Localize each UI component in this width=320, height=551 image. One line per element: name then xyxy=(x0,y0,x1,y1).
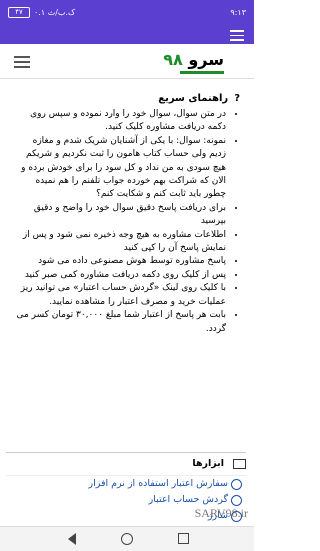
logo-text: سرو xyxy=(188,50,224,69)
guide-item: اطلاعات مشاوره به هیچ وجه ذخیره نمی شود … xyxy=(14,229,226,256)
link-icon xyxy=(231,479,242,490)
monitor-icon xyxy=(233,459,246,469)
guide-title-text: راهنمای سریع xyxy=(158,93,229,104)
recent-apps-icon[interactable] xyxy=(178,533,189,544)
guide-list: در متن سوال، سوال خود را وارد نموده و سپ… xyxy=(0,108,254,336)
tools-title: ابزارها xyxy=(6,453,246,476)
back-icon[interactable] xyxy=(68,533,76,545)
guide-item: پس از کلیک روی دکمه دریافت مشاوره کمی صب… xyxy=(14,269,226,282)
status-time: ۹:۱۳ xyxy=(230,8,246,17)
guide-item: برای دریافت پاسخ دقیق سوال خود را واضح و… xyxy=(14,202,226,229)
battery-level: ۴۷ xyxy=(15,8,23,16)
link-icon xyxy=(231,495,242,506)
guide-item: بابت هر پاسخ از اعتبار شما مبلغ ۳۰,۰۰۰ ت… xyxy=(14,309,226,336)
browser-menu-icon[interactable] xyxy=(230,30,244,41)
watermark: SARV98.ir xyxy=(194,506,248,520)
guide-item: نمونه: سوال: با یکی از آشنایان شریک شدم … xyxy=(14,135,226,202)
logo-number: ۹۸ xyxy=(163,50,183,69)
site-header: سرو ۹۸ xyxy=(0,44,254,79)
guide-item: پاسخ مشاوره توسط هوش مصنوعی داده می شود xyxy=(14,255,226,268)
tool-link-order-credit[interactable]: سفارش اعتبار استفاده از نرم افزار xyxy=(6,476,246,492)
tool-link-label: سفارش اعتبار استفاده از نرم افزار xyxy=(88,478,229,489)
tools-title-text: ابزارها xyxy=(192,458,224,469)
home-icon[interactable] xyxy=(121,533,133,545)
guide-item: با کلیک روی لینک «گردش حساب اعتبار» می ت… xyxy=(14,282,226,309)
quick-guide: ? راهنمای سریع در متن سوال، سوال خود را و… xyxy=(0,92,254,336)
logo-underline xyxy=(180,71,224,74)
tool-link-label: گردش حساب اعتبار xyxy=(148,494,228,505)
guide-title: ? راهنمای سریع xyxy=(0,92,240,106)
app-top-bar xyxy=(0,26,254,44)
network-speed: ۰.۱ ک.ب/ث xyxy=(34,8,76,17)
guide-item: در متن سوال، سوال خود را وارد نموده و سپ… xyxy=(14,108,226,135)
battery-icon: ۴۷ xyxy=(8,7,30,18)
site-logo[interactable]: سرو ۹۸ xyxy=(163,50,224,69)
hamburger-menu-icon[interactable] xyxy=(14,56,30,68)
question-icon: ? xyxy=(234,93,240,104)
android-nav-bar xyxy=(0,526,254,551)
status-bar: ۴۷ ۰.۱ ک.ب/ث ۹:۱۳ xyxy=(0,0,254,26)
